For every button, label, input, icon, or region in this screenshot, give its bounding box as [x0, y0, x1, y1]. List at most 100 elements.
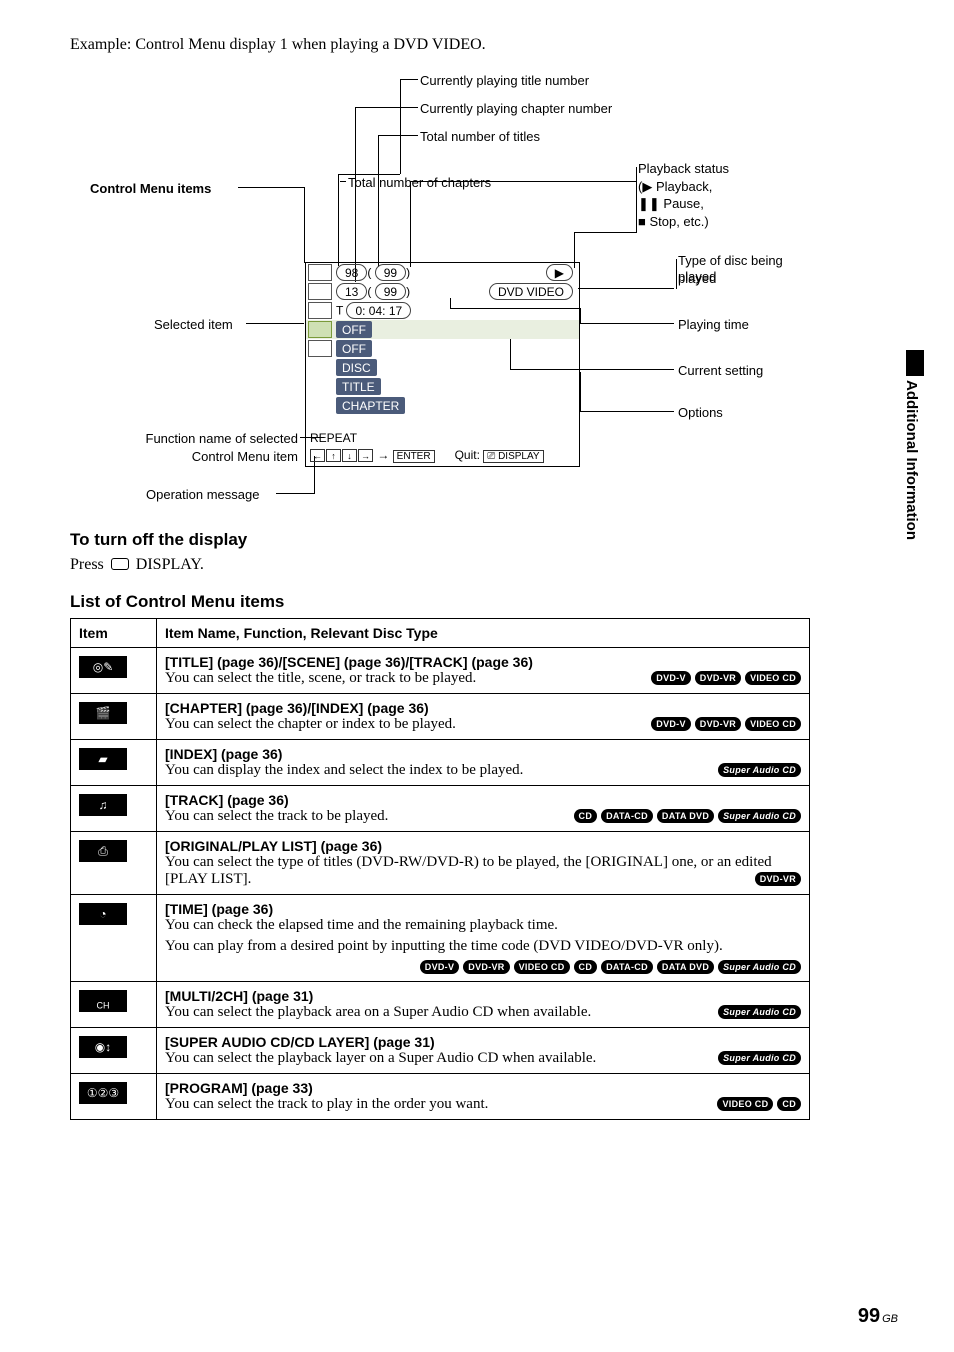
callout-playback-status-play: (▶ Playback, — [638, 179, 712, 194]
callout-options: Options — [678, 404, 723, 422]
item-desc: You can select the playback layer on a S… — [165, 1050, 596, 1066]
disc-badge: VIDEO CD — [745, 717, 801, 731]
disc-badge: DVD-VR — [755, 872, 801, 886]
osd-disc-type: DVD VIDEO — [489, 283, 573, 300]
control-menu-diagram: Currently playing title number Currently… — [80, 72, 820, 512]
item-icon-cell: 🎬 — [71, 694, 157, 740]
disc-badges: DVD-V DVD-VR VIDEO CD — [647, 670, 801, 686]
disc-badge: DATA-CD — [601, 809, 653, 823]
item-icon-cell: ◎✎ — [71, 648, 157, 694]
callout-function-name-l2: Control Menu item — [192, 449, 298, 464]
callout-playback-status-pause: ❚❚ Pause, — [638, 196, 704, 211]
table-row: 🎬 [CHAPTER] (page 36)/[INDEX] (page 36)Yo… — [71, 694, 810, 740]
press-suffix: DISPLAY. — [132, 556, 204, 573]
item-title: [PROGRAM] (page 33) — [165, 1080, 801, 1096]
osd-icon-chapter — [308, 283, 332, 300]
osd-title-total: 99 — [384, 266, 397, 280]
item-icon-cell: ①②③ — [71, 1074, 157, 1120]
item-desc: You can select the title, scene, or trac… — [165, 670, 476, 686]
disc-badge: CD — [777, 1097, 801, 1111]
item-icon: ①②③ — [79, 1082, 127, 1104]
item-desc-cell: [TIME] (page 36)You can check the elapse… — [157, 895, 810, 982]
disc-badge: DVD-V — [651, 671, 691, 685]
callout-playback-status: Playback status (▶ Playback, ❚❚ Pause, ■… — [638, 160, 729, 230]
table-row: ①②③ [PROGRAM] (page 33)You can select the… — [71, 1074, 810, 1120]
osd-icon-time — [308, 302, 332, 319]
item-desc-cell: [INDEX] (page 36)You can display the ind… — [157, 740, 810, 786]
osd-icon-row — [308, 340, 332, 357]
item-desc: You can select the type of titles (DVD-R… — [165, 854, 772, 887]
item-desc: You can select the chapter or index to b… — [165, 716, 456, 732]
disc-badges: Super Audio CD — [714, 1004, 801, 1020]
disc-badge: VIDEO CD — [717, 1097, 773, 1111]
item-title: [TIME] (page 36) — [165, 901, 801, 917]
heading-list: List of Control Menu items — [70, 592, 894, 612]
disc-badge: VIDEO CD — [745, 671, 801, 685]
item-desc-cell: [PROGRAM] (page 33)You can select the tr… — [157, 1074, 810, 1120]
item-desc-cell: [ORIGINAL/PLAY LIST] (page 36)You can se… — [157, 832, 810, 895]
osd-chapter-current: 13 — [345, 285, 358, 299]
item-desc: You can select the track to be played. — [165, 808, 388, 824]
item-icon-cell: ◔ — [71, 895, 157, 982]
osd-icon-selected — [308, 321, 332, 338]
item-icon: 🎬 — [79, 702, 127, 724]
item-desc-cell: [SUPER AUDIO CD/CD LAYER] (page 31)You c… — [157, 1028, 810, 1074]
disc-badge: Super Audio CD — [718, 763, 801, 777]
callout-current-setting: Current setting — [678, 362, 763, 380]
disc-badge: CD — [574, 960, 598, 974]
disc-badge: DVD-V — [651, 717, 691, 731]
item-icon: ⎙ — [79, 840, 127, 862]
callout-disc-type2: played — [678, 268, 716, 286]
item-icon: ◉↕ — [79, 1036, 127, 1058]
display-key: ⎚ DISPLAY — [483, 450, 543, 463]
item-title: [TITLE] (page 36)/[SCENE] (page 36)/[TRA… — [165, 654, 801, 670]
item-title: [INDEX] (page 36) — [165, 746, 801, 762]
osd-row-title: TITLE — [336, 378, 381, 395]
item-desc: You can display the index and select the… — [165, 762, 523, 778]
example-caption: Example: Control Menu display 1 when pla… — [70, 36, 894, 54]
callout-total-chapters: Total number of chapters — [348, 174, 491, 192]
callout-playing-time: Playing time — [678, 316, 749, 334]
disc-badges: Super Audio CD — [714, 1050, 801, 1066]
table-row: ◉↕ [SUPER AUDIO CD/CD LAYER] (page 31)You… — [71, 1028, 810, 1074]
col-item: Item — [71, 619, 157, 648]
quit-label: Quit: — [455, 448, 480, 462]
table-row: ◎✎ [TITLE] (page 36)/[SCENE] (page 36)/[T… — [71, 648, 810, 694]
item-sub-desc: You can play from a desired point by inp… — [165, 938, 801, 955]
arrow-keys-icon: ←↑↓→ — [310, 448, 374, 462]
disc-badge: DVD-VR — [695, 671, 741, 685]
osd-row-off2: OFF — [336, 340, 372, 357]
item-icon-cell: ◉↕ — [71, 1028, 157, 1074]
disc-badges: DVD-VR — [751, 871, 801, 887]
disc-badges: Super Audio CD — [714, 762, 801, 778]
display-button-icon — [111, 558, 129, 570]
table-row: ♫ [TRACK] (page 36)You can select the tra… — [71, 786, 810, 832]
side-tab-label: Additional Information — [903, 380, 920, 540]
disc-badges-row: DVD-VDVD-VRVIDEO CDCDDATA-CDDATA DVDSupe… — [165, 959, 801, 975]
callout-total-titles: Total number of titles — [420, 128, 540, 146]
item-icon: ♫ — [79, 794, 127, 816]
press-display-line: Press DISPLAY. — [70, 556, 894, 574]
item-desc-cell: [CHAPTER] (page 36)/[INDEX] (page 36)You… — [157, 694, 810, 740]
disc-badge: DATA-CD — [601, 960, 653, 974]
col-desc: Item Name, Function, Relevant Disc Type — [157, 619, 810, 648]
callout-operation-message: Operation message — [146, 486, 259, 504]
page-number: 99GB — [858, 1305, 898, 1328]
disc-badge: Super Audio CD — [718, 809, 801, 823]
osd-bottom-bar: REPEAT ←↑↓→ → ENTER Quit: ⎚ DISPLAY — [310, 431, 575, 462]
item-title: [TRACK] (page 36) — [165, 792, 801, 808]
item-icon-cell: ▰ — [71, 740, 157, 786]
play-icon: ▶ — [546, 264, 573, 281]
disc-badge: VIDEO CD — [514, 960, 570, 974]
table-row: ⎙ [ORIGINAL/PLAY LIST] (page 36)You can s… — [71, 832, 810, 895]
callout-playback-status-head: Playback status — [638, 161, 729, 176]
osd-panel: 98( 99) ▶ 13( 99) DVD VIDEO T 0: 04: 17 … — [305, 262, 580, 467]
item-icon: ◔ — [79, 903, 127, 925]
osd-function-name: REPEAT — [310, 431, 575, 445]
item-title: [MULTI/2CH] (page 31) — [165, 988, 801, 1004]
item-icon-cell: ⎙ — [71, 832, 157, 895]
osd-row-off1: OFF — [336, 321, 372, 338]
osd-icon-title — [308, 264, 332, 281]
callout-title-number: Currently playing title number — [420, 72, 589, 90]
item-desc-cell: [MULTI/2CH] (page 31)You can select the … — [157, 982, 810, 1028]
